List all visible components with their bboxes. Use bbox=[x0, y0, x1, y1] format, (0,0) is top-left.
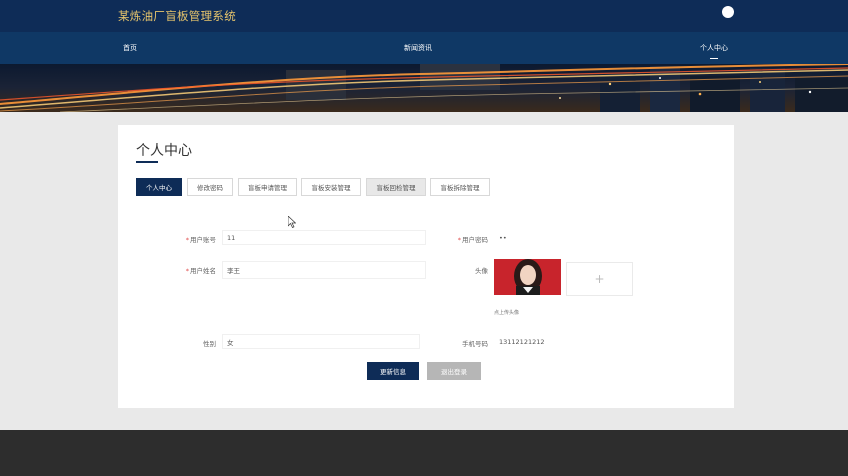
top-header: 某炼油厂盲板管理系统 bbox=[0, 0, 848, 32]
account-label: *用户账号 bbox=[185, 236, 216, 244]
main-nav: 首页 新闻资讯 个人中心 bbox=[0, 32, 848, 64]
tab-blind-plate-installation[interactable]: 盲板安装管理 bbox=[301, 178, 361, 196]
nav-item-personal-center[interactable]: 个人中心 bbox=[700, 43, 728, 59]
page-footer bbox=[0, 430, 848, 476]
site-title: 某炼油厂盲板管理系统 bbox=[118, 9, 236, 23]
password-field[interactable]: •• bbox=[494, 230, 634, 245]
avatar-image bbox=[494, 259, 561, 295]
mouse-cursor-icon bbox=[287, 213, 297, 228]
page-title: 个人中心 bbox=[136, 143, 192, 159]
phone-field[interactable]: 13112121212 bbox=[494, 334, 634, 349]
avatar-upload-hint: 点上传头像 bbox=[494, 310, 520, 316]
phone-label: 手机号码 bbox=[462, 340, 488, 348]
plus-icon: + bbox=[594, 272, 605, 286]
avatar-label: 头像 bbox=[475, 267, 488, 275]
tab-blind-plate-removal[interactable]: 盲板拆除管理 bbox=[430, 178, 490, 196]
tab-personal-center[interactable]: 个人中心 bbox=[136, 178, 182, 196]
user-avatar-icon[interactable] bbox=[722, 6, 734, 18]
nav-item-home[interactable]: 首页 bbox=[123, 43, 137, 53]
name-field[interactable]: 李王 bbox=[222, 261, 426, 279]
logout-button[interactable]: 退出登录 bbox=[427, 362, 481, 380]
gender-select[interactable]: 女 bbox=[222, 334, 420, 349]
tab-blind-plate-application[interactable]: 盲板申请管理 bbox=[238, 178, 297, 196]
banner-image bbox=[0, 64, 848, 112]
name-label: *用户姓名 bbox=[185, 267, 216, 275]
title-underline bbox=[136, 161, 158, 163]
update-info-button[interactable]: 更新信息 bbox=[367, 362, 419, 380]
tab-change-password[interactable]: 修改密码 bbox=[187, 178, 233, 196]
nav-item-news[interactable]: 新闻资讯 bbox=[404, 43, 432, 53]
account-field[interactable]: 11 bbox=[222, 230, 426, 245]
gender-label: 性别 bbox=[203, 340, 216, 348]
avatar-upload-button[interactable]: + bbox=[566, 262, 633, 296]
password-label: *用户密码 bbox=[457, 236, 488, 244]
tab-blind-plate-inspection[interactable]: 盲板回检管理 bbox=[366, 178, 426, 196]
